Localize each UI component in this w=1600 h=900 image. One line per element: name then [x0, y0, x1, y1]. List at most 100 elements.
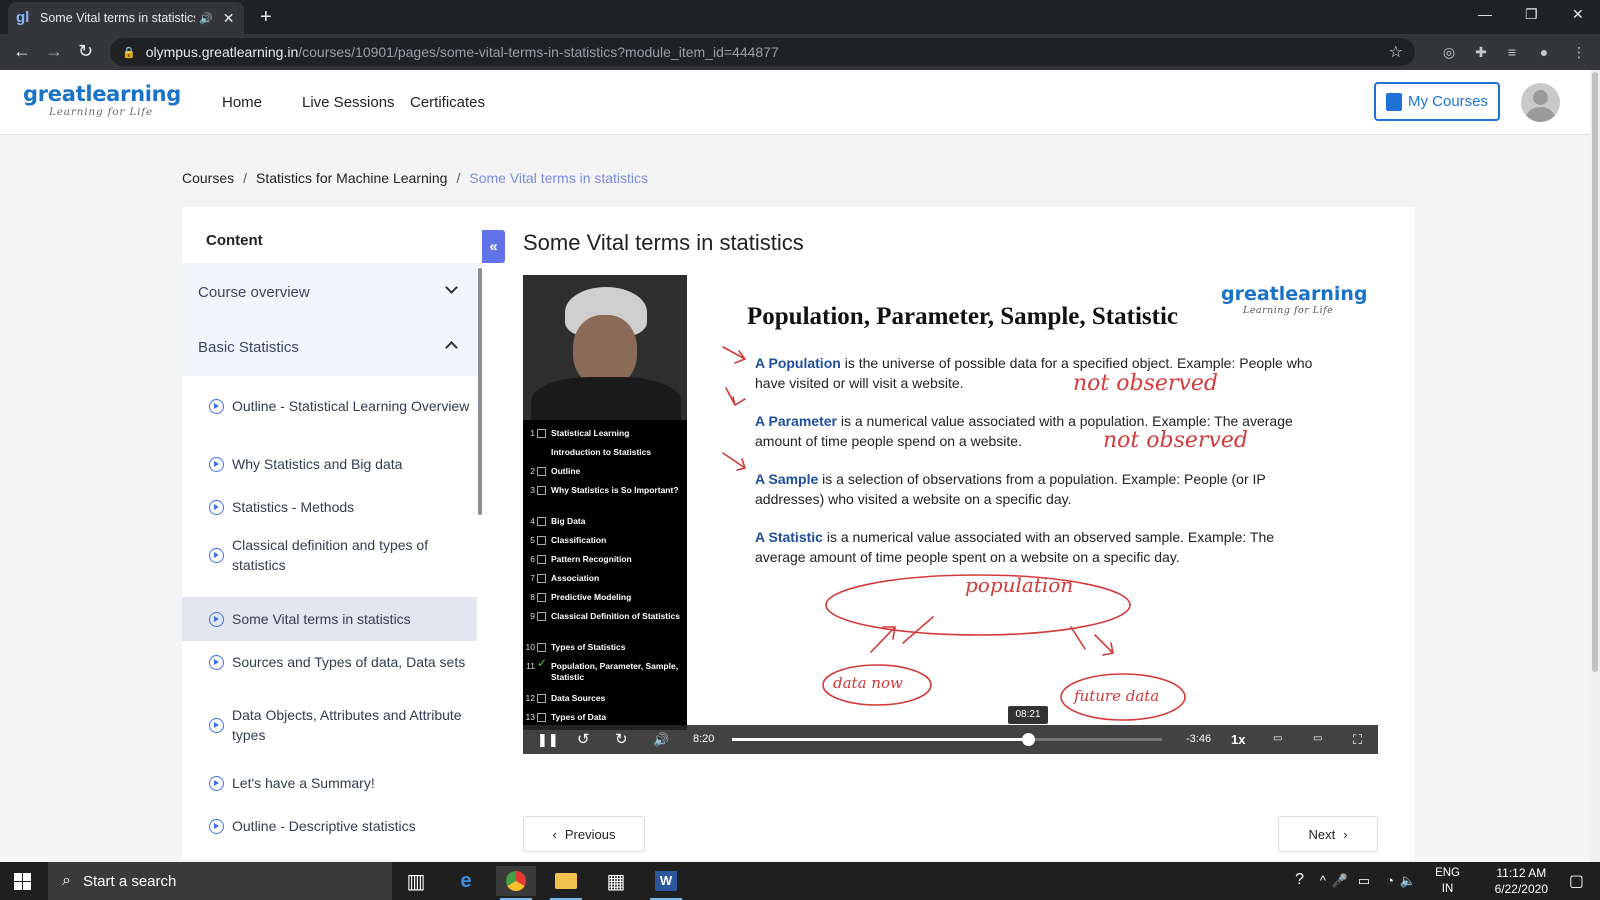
nav-certificates[interactable]: Certificates: [410, 94, 485, 111]
lesson-label: Classical definition and types of statis…: [232, 537, 429, 573]
bookmark-star-icon[interactable]: ☆: [1389, 42, 1403, 62]
my-courses-label: My Courses: [1407, 93, 1489, 110]
file-explorer-icon[interactable]: [546, 866, 586, 900]
restore-window-button[interactable]: ❐: [1525, 6, 1538, 23]
nav-live-sessions[interactable]: Live Sessions: [302, 94, 395, 111]
tab-audio-icon[interactable]: 🔊: [199, 12, 213, 25]
extensions-puzzle-icon[interactable]: ✚: [1472, 43, 1490, 61]
greatlearning-logo[interactable]: greatlearning Learning for Life: [23, 82, 181, 118]
lesson-label: Outline - Statistical Learning Overview: [232, 398, 470, 414]
chevron-left-icon: ‹: [552, 826, 557, 842]
captions-icon[interactable]: ▭: [1273, 733, 1282, 744]
taskbar-search[interactable]: ⌕ Start a search: [48, 862, 392, 900]
previous-button[interactable]: ‹ Previous: [523, 816, 645, 852]
lesson-item[interactable]: Some Vital terms in statistics: [182, 597, 477, 641]
lesson-item[interactable]: Let's have a Summary!: [182, 766, 477, 800]
battery-icon[interactable]: ▭: [1358, 873, 1370, 889]
lesson-item[interactable]: Outline - Statistical Learning Overview: [182, 384, 477, 428]
reload-icon[interactable]: ↻: [78, 41, 93, 62]
microphone-icon[interactable]: 🎤: [1332, 873, 1348, 889]
task-view-icon[interactable]: ▥: [396, 866, 436, 896]
url-path: /courses/10901/pages/some-vital-terms-in…: [298, 44, 779, 60]
back-arrow-icon[interactable]: ←: [13, 41, 31, 62]
annotation-not-observed-2: not observed: [1103, 428, 1248, 453]
seek-handle[interactable]: [1022, 733, 1036, 746]
annotation-not-observed-1: not observed: [1073, 371, 1218, 396]
forward-arrow-icon[interactable]: →: [45, 41, 63, 62]
taskbar-search-text: Start a search: [82, 872, 177, 890]
quality-icon[interactable]: ▭: [1313, 733, 1322, 744]
collapse-sidebar-button[interactable]: «: [482, 230, 505, 263]
breadcrumb-courses[interactable]: Courses: [182, 170, 234, 186]
new-tab-button[interactable]: +: [260, 6, 272, 29]
browser-menu-icon[interactable]: ⋮: [1570, 43, 1588, 61]
browser-tab[interactable]: gl Some Vital terms in statistics 🔊 ✕: [8, 2, 244, 34]
video-player[interactable]: 1 Statistical Learning Introduction to Sta…: [523, 275, 1378, 754]
section-course-overview[interactable]: Course overview: [182, 263, 482, 321]
word-icon[interactable]: W: [646, 866, 686, 900]
rewind-icon[interactable]: ↺: [577, 730, 590, 748]
play-circle-icon: [209, 775, 224, 791]
media-control-icon[interactable]: ≡: [1503, 43, 1521, 61]
pause-icon[interactable]: ❚❚: [537, 732, 559, 748]
lesson-item[interactable]: Sources and Types of data, Data sets: [182, 640, 477, 684]
windows-start-icon[interactable]: [14, 873, 31, 890]
tab-title: Some Vital terms in statistics: [40, 11, 195, 25]
address-bar[interactable]: 🔒 olympus.greatlearning.in/courses/10901…: [110, 38, 1415, 66]
lesson-label: Let's have a Summary!: [232, 775, 375, 791]
lesson-label: Some Vital terms in statistics: [232, 611, 411, 627]
url-host: olympus.greatlearning.in: [145, 44, 299, 60]
notifications-icon[interactable]: ▢: [1569, 871, 1584, 891]
chrome-icon[interactable]: [496, 866, 536, 900]
lesson-label: Outline - Descriptive statistics: [232, 818, 416, 834]
seek-bar[interactable]: [732, 733, 1162, 746]
fullscreen-icon[interactable]: ⛶: [1353, 732, 1362, 748]
play-circle-icon: [209, 456, 224, 472]
volume-icon[interactable]: 🔊: [653, 732, 669, 748]
lesson-item[interactable]: Data Objects, Attributes and Attribute t…: [182, 703, 477, 747]
annotation-data-now: data now: [833, 674, 903, 692]
user-avatar[interactable]: [1521, 83, 1560, 122]
tray-expand-icon[interactable]: ^: [1320, 873, 1326, 888]
lesson-item[interactable]: Outline - Descriptive statistics: [182, 809, 477, 843]
breadcrumb-course[interactable]: Statistics for Machine Learning: [256, 170, 447, 186]
section-label: Course overview: [198, 283, 310, 301]
tab-close-icon[interactable]: ✕: [223, 10, 235, 27]
profile-avatar-icon[interactable]: ●: [1535, 43, 1553, 61]
speaker-icon[interactable]: 🔈: [1400, 873, 1416, 889]
edge-icon[interactable]: e: [446, 866, 486, 896]
forward-icon[interactable]: ↻: [615, 730, 628, 748]
logo-tagline: Learning for Life: [49, 106, 154, 118]
wifi-icon[interactable]: ◔: [1386, 873, 1394, 888]
lesson-item[interactable]: Why Statistics and Big data: [182, 447, 477, 481]
play-circle-icon: [209, 499, 224, 515]
next-button[interactable]: Next ›: [1278, 816, 1378, 852]
playback-speed-button[interactable]: 1x: [1231, 732, 1245, 747]
play-circle-icon: [209, 717, 224, 733]
help-icon[interactable]: ?: [1295, 871, 1304, 889]
search-icon: ⌕: [62, 872, 71, 889]
play-circle-icon: [209, 818, 224, 834]
language-indicator[interactable]: ENG IN: [1435, 865, 1460, 897]
play-circle-icon: [209, 611, 224, 627]
remaining-time: -3:46: [1186, 733, 1212, 745]
windows-taskbar: ⌕ Start a search ▥ e ▦ W ? ^ 🎤 ▭ ◔ 🔈 ENG…: [0, 862, 1600, 900]
taskbar-clock[interactable]: 11:12 AM 6/22/2020: [1495, 865, 1548, 897]
close-window-button[interactable]: ✕: [1572, 6, 1584, 23]
browser-tab-strip: gl Some Vital terms in statistics 🔊 ✕ + …: [0, 0, 1600, 34]
page-scrollbar[interactable]: [1590, 70, 1600, 862]
section-basic-statistics[interactable]: Basic Statistics: [182, 318, 482, 376]
elapsed-time: 8:20: [693, 733, 715, 745]
content-sidebar: Content Course overview Basic Statistics…: [182, 207, 482, 860]
extension-icon[interactable]: ◎: [1440, 43, 1458, 61]
logo-wordmark: greatlearning: [23, 82, 182, 106]
lock-icon: 🔒: [122, 46, 136, 59]
annotation-population: population: [965, 573, 1074, 597]
minimize-window-button[interactable]: —: [1478, 6, 1492, 22]
breadcrumb-current: Some Vital terms in statistics: [469, 170, 649, 186]
lesson-item[interactable]: Statistics - Methods: [182, 490, 477, 524]
store-icon[interactable]: ▦: [596, 866, 636, 896]
nav-home[interactable]: Home: [222, 94, 262, 111]
lesson-item[interactable]: Classical definition and types of statis…: [182, 533, 477, 577]
my-courses-button[interactable]: My Courses: [1374, 82, 1500, 121]
